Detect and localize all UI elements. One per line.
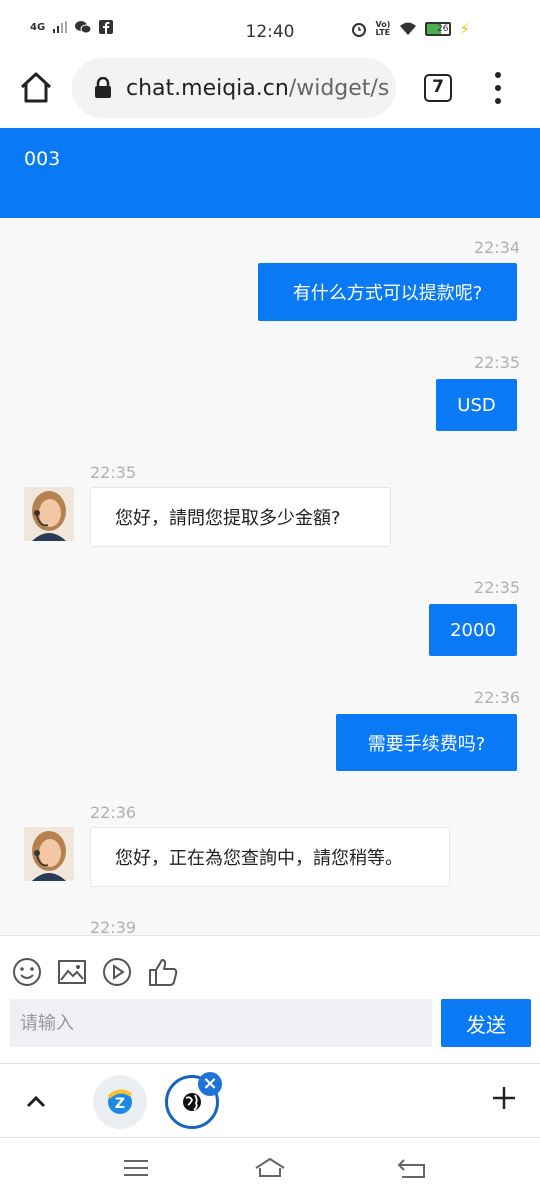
battery-icon: 26 bbox=[425, 22, 452, 36]
message-bubble-outgoing: USD bbox=[436, 379, 517, 431]
tab-thumbnail[interactable]: Z bbox=[93, 1075, 147, 1129]
new-tab-plus-icon[interactable] bbox=[490, 1084, 518, 1112]
emoji-icon[interactable] bbox=[11, 956, 43, 988]
message-bubble-outgoing: 2000 bbox=[429, 604, 517, 656]
send-button[interactable]: 发送 bbox=[441, 999, 531, 1047]
wifi-icon bbox=[400, 22, 417, 35]
home-nav-icon[interactable] bbox=[254, 1154, 286, 1182]
agent-portrait-icon bbox=[24, 487, 74, 541]
message-bubble-outgoing: 需要手续费吗? bbox=[336, 714, 517, 771]
message-time: 22:36 bbox=[90, 803, 137, 822]
url-host: chat.meiqia.cn bbox=[126, 75, 289, 101]
status-right-icons: Vo) LTE 26 ⚡ bbox=[351, 20, 470, 38]
image-icon[interactable] bbox=[56, 956, 88, 988]
message-time: 22:35 bbox=[474, 353, 521, 372]
battery-level: 26 bbox=[437, 24, 449, 34]
browser-toolbar: chat.meiqia.cn/widget/s 7 bbox=[0, 56, 540, 122]
recent-apps-icon[interactable] bbox=[120, 1154, 152, 1182]
thumbs-up-icon[interactable] bbox=[147, 956, 179, 988]
charging-icon: ⚡ bbox=[459, 20, 470, 38]
address-bar[interactable]: chat.meiqia.cn/widget/s bbox=[72, 58, 396, 118]
chat-header: 003 bbox=[0, 128, 540, 218]
alarm-icon bbox=[352, 23, 367, 37]
agent-portrait-icon bbox=[24, 827, 74, 881]
video-icon[interactable] bbox=[101, 956, 133, 988]
back-nav-icon[interactable] bbox=[396, 1154, 428, 1182]
lock-icon bbox=[95, 77, 111, 98]
tab-count-button[interactable]: 7 bbox=[424, 74, 452, 102]
volte-label: Vo) LTE bbox=[375, 20, 391, 37]
agent-avatar bbox=[24, 487, 74, 541]
message-time: 22:39 bbox=[90, 918, 137, 935]
url-path: /widget/s bbox=[288, 75, 390, 101]
url-text: chat.meiqia.cn/widget/s bbox=[126, 76, 389, 101]
app-logo-icon: Z bbox=[107, 1089, 133, 1114]
chat-title: 003 bbox=[24, 148, 61, 170]
more-menu-icon[interactable] bbox=[490, 72, 506, 104]
status-bar: 4G 12:40 Vo) LTE 26 ⚡ bbox=[0, 0, 540, 56]
message-time: 22:34 bbox=[474, 238, 521, 257]
message-bubble-incoming: 您好，正在為您查詢中，請您稍等。 bbox=[90, 827, 450, 887]
browser-tab-strip: Z × bbox=[0, 1063, 540, 1138]
svg-text:Z: Z bbox=[115, 1096, 125, 1112]
chevron-up-icon[interactable] bbox=[22, 1088, 50, 1116]
system-nav-bar bbox=[0, 1138, 540, 1200]
message-list[interactable]: 22:34 有什么方式可以提款呢? 22:35 USD 22:35 您好，請問您… bbox=[0, 218, 540, 935]
home-icon[interactable] bbox=[18, 70, 54, 106]
message-bubble-outgoing: 有什么方式可以提款呢? bbox=[258, 263, 517, 321]
message-composer: 发送 bbox=[0, 935, 540, 1063]
message-bubble-incoming: 您好，請問您提取多少金額? bbox=[90, 487, 391, 547]
close-tab-icon[interactable]: × bbox=[198, 1072, 222, 1096]
message-time: 22:35 bbox=[474, 578, 521, 597]
agent-avatar bbox=[24, 827, 74, 881]
message-input[interactable] bbox=[10, 999, 432, 1047]
message-time: 22:36 bbox=[474, 688, 521, 707]
message-time: 22:35 bbox=[90, 463, 137, 482]
